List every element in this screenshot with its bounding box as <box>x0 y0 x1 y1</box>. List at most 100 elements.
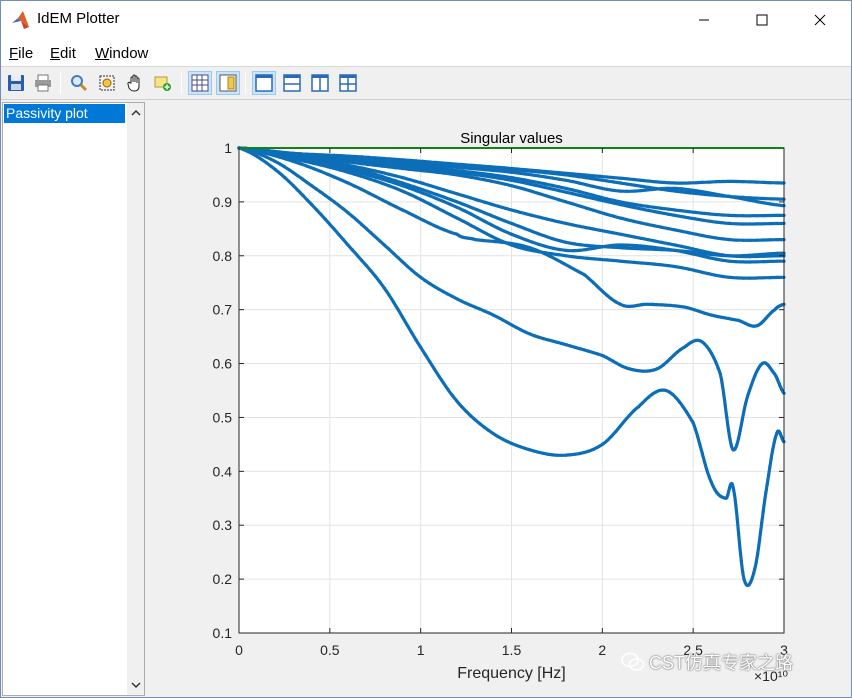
layout-split-h-button[interactable] <box>280 71 304 95</box>
series-point-8 <box>748 253 752 257</box>
series-point-1 <box>748 180 752 184</box>
series-point-13 <box>350 248 355 252</box>
print-button[interactable] <box>31 71 55 95</box>
series-point-7 <box>618 232 623 236</box>
series-point-9 <box>469 212 473 216</box>
series-point-13 <box>287 179 291 184</box>
series-point-13 <box>423 352 427 357</box>
minimize-button[interactable] <box>681 1 727 39</box>
series-point-5 <box>721 221 725 225</box>
series-point-8 <box>421 188 425 192</box>
series-point-10 <box>462 219 466 224</box>
series-point-12 <box>541 337 545 341</box>
series-point-10 <box>755 276 759 280</box>
series-point-9 <box>741 260 745 264</box>
series-point-11 <box>387 201 391 205</box>
series-point-4 <box>721 213 725 217</box>
menu-file[interactable]: File <box>9 45 33 62</box>
series-point-7 <box>578 224 582 228</box>
series-point-9 <box>612 243 616 247</box>
series-point-12 <box>611 359 615 363</box>
series-point-2 <box>680 190 684 194</box>
series-point-12 <box>273 159 277 164</box>
zoom-button[interactable] <box>67 71 91 95</box>
list-item-passivity-plot[interactable]: Passivity plot <box>4 104 125 123</box>
minimize-icon <box>699 19 709 21</box>
singular-values-chart[interactable]: 0 0.5 1 1.5 2 2.5 30.10.20.30.40.50.60.70.80.9… <box>147 102 851 697</box>
series-point-5 <box>523 181 527 185</box>
plot-list-panel: Passivity plot <box>2 102 145 696</box>
title-bar[interactable]: IdEM Plotter <box>1 1 851 39</box>
series-point-13 <box>482 425 486 429</box>
menu-edit[interactable]: Edit <box>50 45 76 62</box>
series-point-13 <box>730 482 734 486</box>
series-point-11 <box>360 187 364 191</box>
pan-hand-icon <box>127 74 140 92</box>
layout-split-v-button[interactable] <box>308 71 332 95</box>
series-point-11 <box>373 194 377 198</box>
data-cursor-icon <box>154 76 171 91</box>
series-point-8 <box>544 234 548 238</box>
series-point-5 <box>727 221 732 225</box>
series-point-13 <box>734 504 738 508</box>
series-point-13 <box>760 521 764 525</box>
series-point-11 <box>541 251 545 255</box>
x-tick-label: 1 <box>417 642 425 658</box>
series-point-12 <box>400 260 405 264</box>
series-point-13 <box>768 464 772 469</box>
series-point-9 <box>448 202 452 206</box>
series-point-12 <box>591 351 595 355</box>
series-point-12 <box>455 297 459 301</box>
series-point-12 <box>596 352 600 356</box>
series-point-12 <box>405 264 409 268</box>
layout-single-button[interactable] <box>252 71 276 95</box>
pan-button[interactable] <box>123 71 147 95</box>
series-point-11 <box>568 265 573 269</box>
series-point-6 <box>373 163 377 167</box>
series-point-5 <box>509 178 514 182</box>
series-point-4 <box>666 207 670 211</box>
series-point-12 <box>314 187 318 191</box>
menu-window[interactable]: Window <box>95 45 148 62</box>
series-point-12 <box>269 157 273 161</box>
layout-quad-button[interactable] <box>336 71 360 95</box>
series-point-3 <box>727 194 732 199</box>
series-point-11 <box>555 258 559 262</box>
series-point-8 <box>734 254 738 258</box>
series-point-9 <box>509 232 514 236</box>
series-point-7 <box>469 196 473 200</box>
series-point-11 <box>366 191 370 195</box>
scroll-up-button[interactable] <box>127 103 144 123</box>
series-point-7 <box>673 243 677 247</box>
scroll-down-button[interactable] <box>127 675 144 695</box>
grid-toggle-button[interactable] <box>188 71 212 95</box>
plot-area: 0 0.5 1 1.5 2 2.5 3 0.1 0.2 0.3 0.4 0.5 0.6 0.7 0.8 0.9… <box>147 102 851 697</box>
series-point-12 <box>709 351 713 355</box>
series-point-12 <box>751 378 755 382</box>
series-point-12 <box>487 311 491 315</box>
series-point-8 <box>462 202 466 207</box>
save-button[interactable] <box>4 71 28 95</box>
series-point-7 <box>544 217 548 221</box>
series-point-13 <box>360 258 364 262</box>
series-point-12 <box>369 231 373 235</box>
list-scrollbar[interactable] <box>127 103 144 695</box>
series-point-11 <box>521 244 525 248</box>
data-cursor-button[interactable] <box>151 71 175 95</box>
series-point-5 <box>489 175 493 179</box>
series-point-12 <box>410 268 414 272</box>
close-button[interactable] <box>797 1 843 39</box>
series-point-13 <box>455 399 459 403</box>
series-point-5 <box>707 219 711 223</box>
legend-toggle-button[interactable] <box>216 71 240 95</box>
series-point-13 <box>738 546 742 550</box>
series-point-8 <box>489 213 493 217</box>
series-point-8 <box>435 192 439 197</box>
maximize-button[interactable] <box>739 1 785 39</box>
series-point-13 <box>677 400 682 404</box>
series-point-6 <box>646 222 650 226</box>
zoom-box-button[interactable] <box>95 71 119 95</box>
series-point-7 <box>462 194 466 198</box>
series-point-6 <box>605 212 609 216</box>
series-point-10 <box>387 184 391 188</box>
